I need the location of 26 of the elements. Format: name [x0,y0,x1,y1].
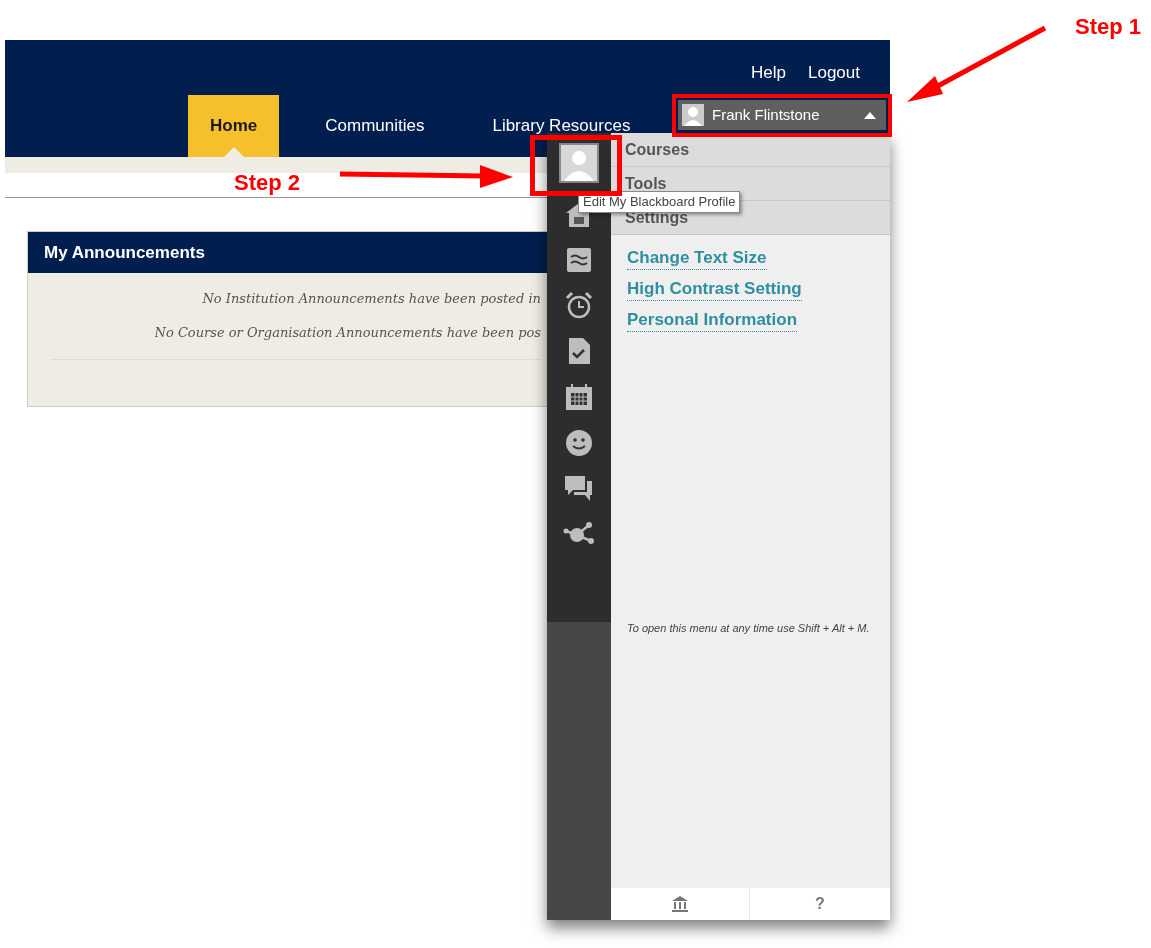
shortcut-hint: To open this menu at any time use Shift + Alt + M. [626,622,871,635]
step-label: Step 2 [234,169,301,197]
step-label: Step 1 [1075,13,1142,41]
chat-bubbles-icon[interactable] [564,475,594,503]
alarm-clock-icon[interactable] [565,291,593,319]
waves-icon[interactable] [566,247,592,273]
panel-title: My Announcements [44,241,205,264]
announcement-message: No Institution Announcements have been posted in [202,290,541,308]
bank-icon [672,896,688,912]
header-link[interactable]: Help [751,60,786,86]
announcement-message: No Course or Organisation Announcements have been pos [154,324,541,342]
document-check-icon[interactable] [567,337,591,365]
smiley-icon[interactable] [565,429,593,457]
user-menu-button[interactable]: Frank Flintstone [678,100,886,130]
network-icon[interactable] [563,521,595,545]
nav-tab[interactable]: Home [188,95,280,157]
profile-picture-icon[interactable] [559,143,599,183]
avatar-icon [682,104,704,126]
caret-icon [864,111,876,119]
settings-link[interactable]: Personal Information [627,309,798,332]
nav-tab[interactable]: Communities [303,95,447,157]
settings-link[interactable]: High Contrast Setting [627,278,802,301]
calendar-icon[interactable] [565,383,593,411]
header-link[interactable]: Logout [808,60,860,86]
settings-link[interactable]: Change Text Size [627,247,767,270]
tooltip: Edit My Blackboard Profile [578,191,741,213]
